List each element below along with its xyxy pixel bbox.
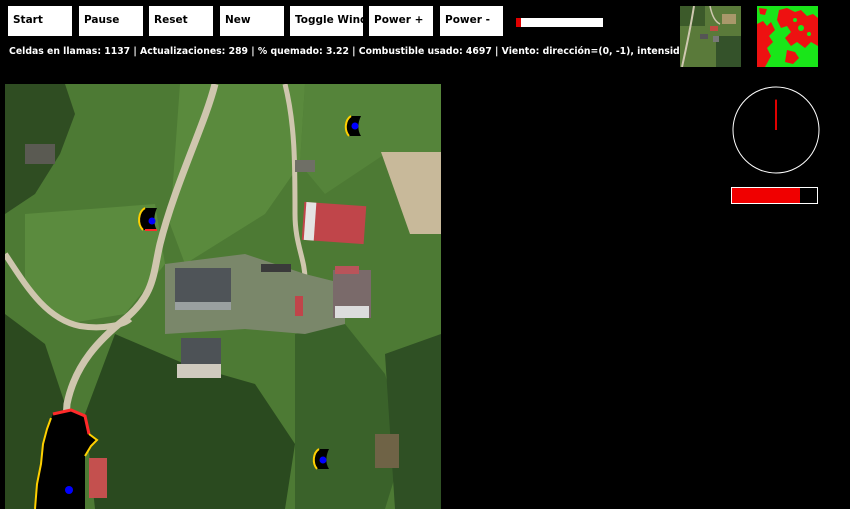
burn-state-thumbnail-image bbox=[757, 6, 818, 67]
satellite-thumbnail-image bbox=[680, 6, 741, 67]
power-level-fill bbox=[516, 18, 522, 27]
wind-compass-icon bbox=[731, 85, 821, 175]
fire-simulation-map[interactable] bbox=[5, 84, 441, 509]
wind-intensity-fill bbox=[732, 188, 800, 203]
reset-button[interactable]: Reset bbox=[149, 6, 213, 36]
fire-spot bbox=[138, 207, 157, 231]
firefighter-agent-icon bbox=[65, 486, 73, 494]
power-plus-button[interactable]: Power + bbox=[369, 6, 433, 36]
pause-button[interactable]: Pause bbox=[79, 6, 143, 36]
satellite-thumbnail bbox=[680, 6, 741, 67]
status-text: Celdas en llamas: 1137 | Actualizaciones… bbox=[9, 46, 717, 57]
burn-state-thumbnail bbox=[757, 6, 818, 67]
power-level-bar bbox=[516, 18, 603, 27]
toggle-wind-button[interactable]: Toggle Wind bbox=[290, 6, 368, 36]
wind-intensity-bar bbox=[731, 187, 818, 204]
power-minus-button[interactable]: Power - bbox=[440, 6, 503, 36]
aerial-map-image bbox=[5, 84, 441, 509]
new-button[interactable]: New bbox=[220, 6, 284, 36]
start-button[interactable]: Start bbox=[8, 6, 72, 36]
